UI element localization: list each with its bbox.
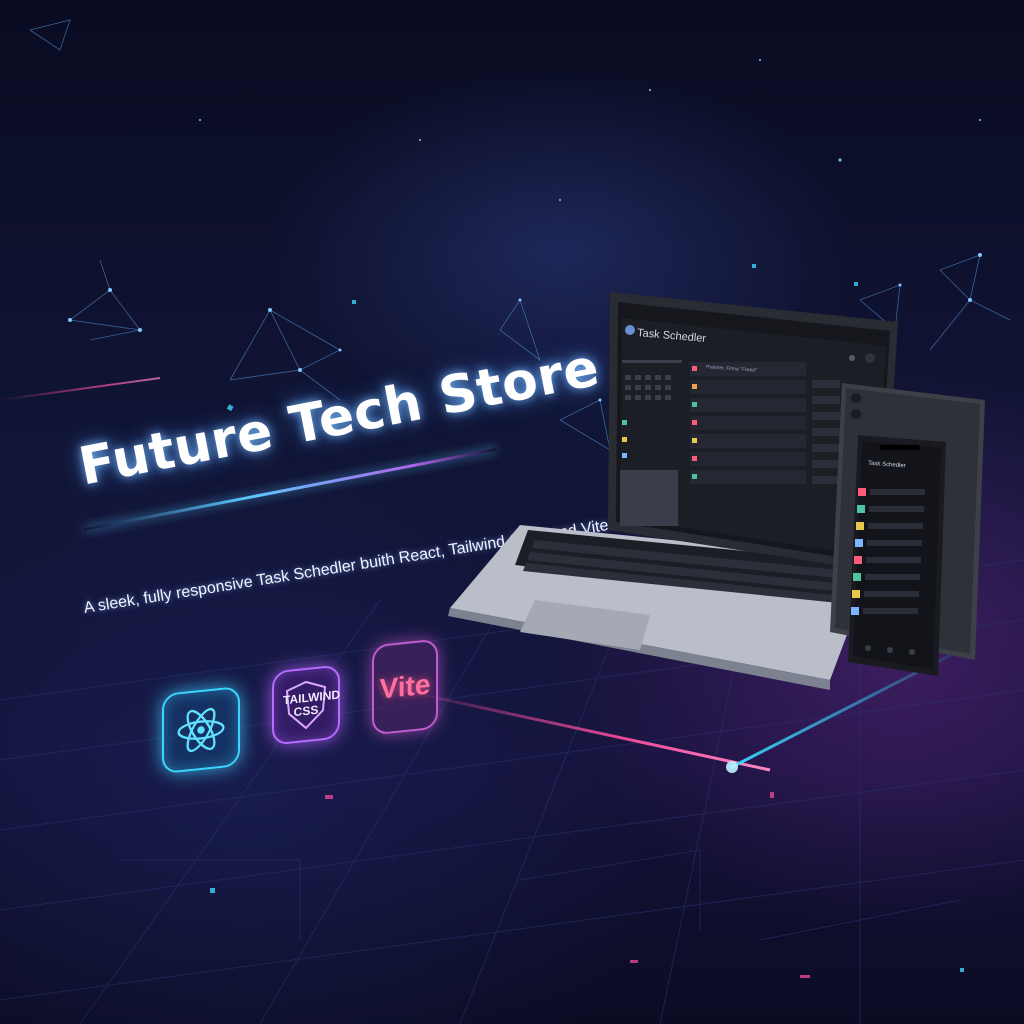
phone [848,435,946,676]
device-mockups [448,292,985,690]
hero-scene: Future Tech Store A sleek, fully respons… [0,0,1024,1024]
task-list [690,362,806,484]
